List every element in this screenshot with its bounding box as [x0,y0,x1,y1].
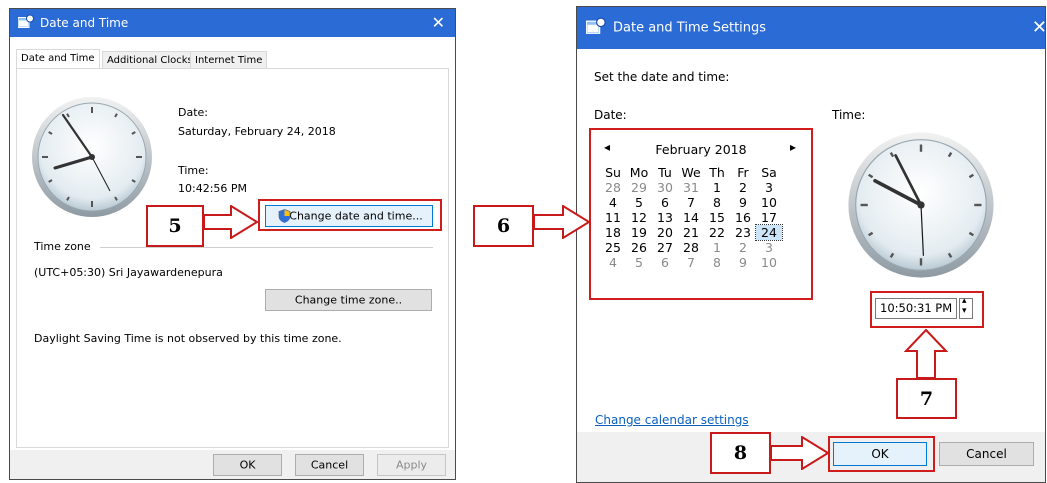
callout-highlight-8 [828,436,935,472]
callout-arrow-5 [203,205,259,239]
analog-clock [32,97,152,217]
settings-dialog-title: Date and Time Settings [613,20,767,36]
dialog-title: Date and Time [40,16,129,30]
dst-note: Daylight Saving Time is not observed by … [34,332,342,345]
settings-analog-clock [848,132,994,278]
callout-highlight-7 [870,291,984,328]
tab-date-and-time[interactable]: Date and Time [16,49,100,69]
date-and-time-dialog: Date and Time ✕ Date and Time Additional… [9,8,456,480]
apply-label: Apply [395,458,428,472]
close-icon[interactable]: ✕ [432,15,445,31]
settings-close-icon[interactable]: ✕ [1032,19,1045,37]
change-time-zone-button[interactable]: Change time zone.. [265,289,432,311]
apply-button[interactable]: Apply [377,454,446,476]
time-zone-group-label: Time zone [34,240,91,253]
settings-heading: Set the date and time: [594,70,730,84]
callout-arrow-7 [904,329,948,379]
settings-app-icon [585,17,606,39]
callout-arrow-8 [770,436,830,470]
callout-number-8: 8 [710,432,771,474]
tab-internet-time[interactable]: Internet Time [190,51,268,69]
settings-title-bar[interactable]: Date and Time Settings ✕ [577,7,1045,49]
cancel-label: Cancel [310,458,349,472]
change-calendar-settings-link[interactable]: Change calendar settings [595,413,749,427]
callout-7-text: 7 [919,387,934,410]
change-time-zone-label: Change time zone.. [294,293,403,307]
date-time-app-icon [17,14,34,33]
tab-additional-clocks[interactable]: Additional Clocks [102,51,198,69]
date-value: Saturday, February 24, 2018 [178,125,336,138]
settings-time-label: Time: [832,108,866,122]
callout-number-6: 6 [473,205,534,247]
callout-arrow-6 [533,205,591,239]
title-bar[interactable]: Date and Time ✕ [10,9,455,37]
callout-highlight-5 [258,199,442,231]
time-zone-divider [100,247,433,248]
time-label: Time: [178,164,209,177]
callout-number-5: 5 [146,205,204,247]
settings-cancel-button[interactable]: Cancel [939,442,1034,466]
callout-8-text: 8 [733,442,748,464]
callout-highlight-6 [589,128,813,300]
callout-6-text: 6 [496,215,511,237]
callout-number-7: 7 [896,378,957,419]
cancel-button[interactable]: Cancel [295,454,364,476]
ok-label: OK [239,458,256,472]
calendar-date-label: Date: [594,108,627,122]
ok-button[interactable]: OK [213,454,282,476]
time-zone-value: (UTC+05:30) Sri Jayawardenepura [34,266,223,279]
settings-cancel-label: Cancel [966,447,1007,461]
date-label: Date: [178,106,208,119]
time-value: 10:42:56 PM [178,182,248,195]
callout-5-text: 5 [168,215,182,237]
